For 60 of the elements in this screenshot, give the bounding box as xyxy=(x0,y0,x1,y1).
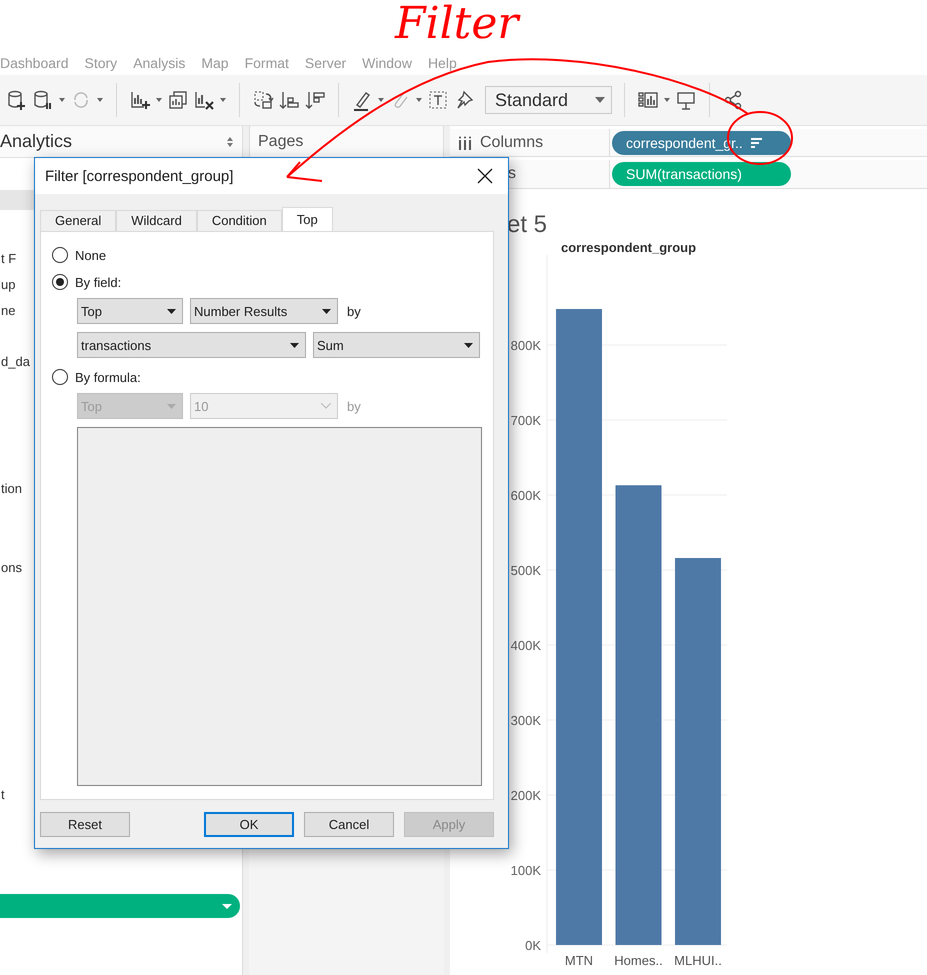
caret-icon xyxy=(167,308,176,314)
tab[interactable]: Wildcard xyxy=(116,210,197,231)
axis-tick-label: 400K xyxy=(510,638,541,653)
sort-descending-icon[interactable] xyxy=(304,89,326,111)
axis-tick-label: 200K xyxy=(510,788,541,803)
dialog-button[interactable]: Reset xyxy=(40,812,130,836)
by-label: by xyxy=(347,304,361,318)
share-icon[interactable] xyxy=(722,89,744,111)
radio-button[interactable] xyxy=(52,369,68,385)
radio-label: None xyxy=(75,248,106,262)
text-box-icon[interactable] xyxy=(427,89,449,111)
axis-tick-label: 700K xyxy=(510,412,541,428)
radio-label: By field: xyxy=(75,274,122,290)
shelf-label: s xyxy=(508,165,516,184)
dropdown[interactable]: Number Results xyxy=(190,298,338,324)
axis-tick-label: 800K xyxy=(510,338,541,353)
tab[interactable]: Condition xyxy=(196,210,282,231)
axis-tick-label: 500K xyxy=(510,562,541,578)
tab[interactable]: General xyxy=(40,210,116,231)
caret-icon xyxy=(222,904,232,908)
shelf-label: Columns xyxy=(480,134,544,152)
category-label: MLHUI.. xyxy=(674,952,722,968)
sort-ascending-icon[interactable] xyxy=(278,89,300,111)
chevron-icon xyxy=(321,403,331,409)
sort-arrows-icon[interactable] xyxy=(226,136,234,146)
tab[interactable]: Top xyxy=(282,207,333,231)
caret-icon xyxy=(464,342,473,348)
duplicate-chart-icon[interactable] xyxy=(167,89,189,111)
database-pause-icon[interactable] xyxy=(32,89,54,111)
axis-tick-label: 0K xyxy=(525,938,541,953)
column-header: correspondent_group xyxy=(560,240,698,255)
axis-tick-label: 100K xyxy=(510,862,541,878)
radio-button[interactable] xyxy=(52,274,68,290)
handwritten-note: Filter xyxy=(395,2,518,46)
clear-chart-icon[interactable] xyxy=(193,89,215,111)
radio-button[interactable] xyxy=(52,247,68,263)
radio-label: By formula: xyxy=(75,370,141,384)
dropdown[interactable]: transactions xyxy=(77,332,306,358)
pen-icon[interactable] xyxy=(351,89,373,111)
by-label: by xyxy=(347,398,361,414)
mode-dropdown[interactable]: Standard xyxy=(485,86,612,114)
dialog-button[interactable]: Cancel xyxy=(304,812,394,836)
pages-header: Pages xyxy=(249,126,444,158)
new-chart-icon[interactable] xyxy=(129,89,151,111)
dialog-button[interactable]: OK xyxy=(204,812,294,836)
database-plus-icon[interactable] xyxy=(6,89,28,111)
caret-icon xyxy=(595,97,605,103)
dropdown[interactable]: Sum xyxy=(313,332,480,358)
panel-title[interactable]: Analytics xyxy=(0,131,72,152)
caret-icon xyxy=(167,404,176,408)
columns-icon xyxy=(458,136,472,150)
dropdown[interactable]: Top xyxy=(77,298,183,324)
axis-tick-label: 600K xyxy=(510,488,541,503)
category-label: Homes.. xyxy=(614,952,663,968)
category-label: MTN xyxy=(564,952,594,968)
caret-icon xyxy=(290,342,299,348)
axis-tick-label: 300K xyxy=(510,712,541,728)
swap-icon[interactable] xyxy=(252,89,274,111)
dialog-title: Filter [correspondent_group] xyxy=(45,168,234,184)
caret-icon xyxy=(322,308,331,314)
